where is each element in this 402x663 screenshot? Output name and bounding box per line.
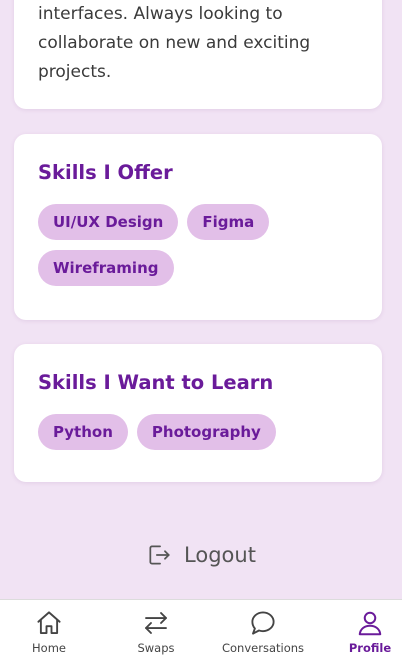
about-card: interfaces. Always looking to collaborat…: [14, 0, 382, 109]
skill-chip-photography[interactable]: Photography: [136, 414, 276, 450]
nav-item-conversations[interactable]: Conversations: [219, 600, 307, 663]
bio-line: collaborate on new and exciting: [38, 33, 311, 53]
home-icon: [34, 600, 64, 638]
profile-scroll-area[interactable]: interfaces. Always looking to collaborat…: [0, 0, 402, 600]
skill-chip-figma[interactable]: Figma: [187, 204, 270, 240]
logout-icon: [146, 542, 172, 568]
logout-label: Logout: [184, 543, 256, 567]
nav-label-conversations: Conversations: [221, 641, 305, 655]
skill-chip-ui-ux-design[interactable]: UI/UX Design: [38, 204, 179, 240]
skills-offer-title: Skills I Offer: [38, 161, 173, 184]
skill-chip-python[interactable]: Python: [38, 414, 128, 450]
skills-learn-chip-list: Python Photography: [38, 414, 338, 450]
nav-label-swaps: Swaps: [137, 641, 175, 655]
skills-offer-card: Skills I Offer UI/UX Design Figma Wirefr…: [14, 134, 382, 320]
nav-item-profile[interactable]: Profile: [348, 600, 392, 663]
nav-item-home[interactable]: Home: [27, 600, 71, 663]
nav-item-swaps[interactable]: Swaps: [135, 600, 177, 663]
skill-chip-wireframing[interactable]: Wireframing: [38, 250, 174, 286]
logout-button[interactable]: Logout: [0, 542, 402, 568]
skills-learn-title: Skills I Want to Learn: [38, 371, 274, 394]
nav-label-home: Home: [32, 641, 66, 655]
chat-bubble-icon: [248, 600, 278, 638]
swap-icon: [141, 600, 171, 638]
skills-offer-chip-list: UI/UX Design Figma Wireframing: [38, 204, 338, 286]
bio-text: interfaces. Always looking to collaborat…: [38, 0, 358, 87]
bottom-navigation: Home Swaps Conversations Profile: [0, 599, 402, 663]
nav-label-profile: Profile: [348, 641, 392, 655]
bio-line: interfaces. Always looking to: [38, 4, 283, 24]
skills-learn-card: Skills I Want to Learn Python Photograph…: [14, 344, 382, 482]
bio-line: projects.: [38, 62, 112, 82]
user-icon: [355, 600, 385, 638]
